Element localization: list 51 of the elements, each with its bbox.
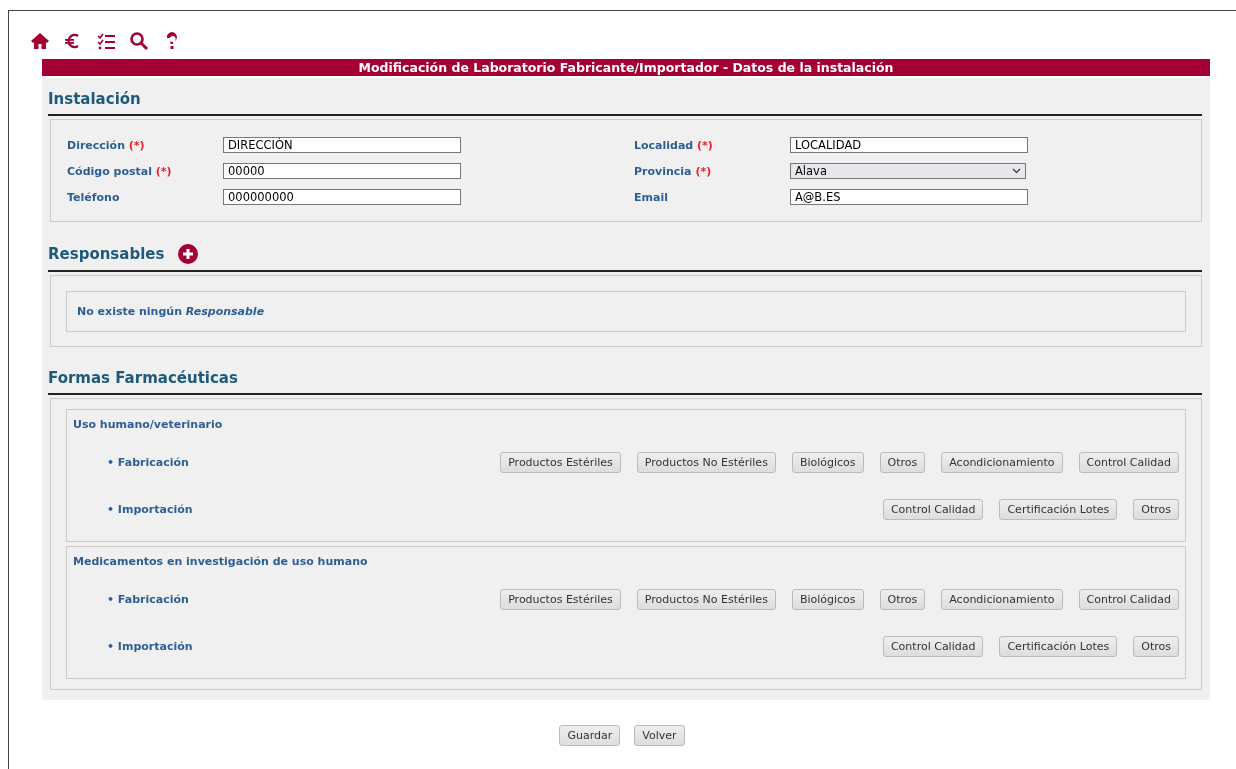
- input-field[interactable]: 00000: [223, 163, 461, 179]
- field-label: Código postal (*): [67, 164, 173, 178]
- option-button[interactable]: Biológicos: [791, 452, 864, 473]
- row-label: • Fabricación: [107, 456, 190, 469]
- toolbar-button[interactable]: [96, 31, 116, 51]
- option-button[interactable]: Otros: [879, 452, 926, 473]
- chevron-down-icon: [1012, 168, 1021, 174]
- page-title: Modificación de Laboratorio Fabricante/Importador - Datos de la instalación: [42, 59, 1210, 76]
- option-button[interactable]: Certificación Lotes: [999, 499, 1118, 520]
- option-button[interactable]: Control Calidad: [1078, 589, 1179, 610]
- section-heading: Instalación: [48, 90, 141, 108]
- row-label: • Importación: [107, 640, 194, 653]
- input-field[interactable]: DIRECCIÓN: [223, 137, 461, 153]
- toolbar-button[interactable]: [30, 31, 50, 51]
- group-title: Uso humano/veterinario: [73, 418, 224, 431]
- option-button[interactable]: Certificación Lotes: [999, 636, 1118, 657]
- option-button[interactable]: Productos No Estériles: [636, 589, 776, 610]
- field-label: Email: [634, 190, 669, 204]
- field-label: Provincia (*): [634, 164, 713, 178]
- search-icon: [129, 31, 149, 51]
- option-button[interactable]: Productos Estériles: [500, 589, 621, 610]
- option-button[interactable]: Productos No Estériles: [636, 452, 776, 473]
- option-button[interactable]: Control Calidad: [1078, 452, 1179, 473]
- field-label: Dirección (*): [67, 138, 146, 152]
- input-field[interactable]: LOCALIDAD: [790, 137, 1028, 153]
- row-label: • Fabricación: [107, 593, 190, 606]
- option-button[interactable]: Biológicos: [791, 589, 864, 610]
- checklist-icon: [96, 31, 116, 51]
- group-title: Medicamentos en investigación de uso humano: [73, 555, 369, 568]
- add-button[interactable]: [178, 244, 199, 264]
- option-button[interactable]: Acondicionamiento: [941, 452, 1063, 473]
- field-label: Teléfono: [67, 190, 121, 204]
- section-heading: Responsables: [48, 245, 165, 263]
- option-button[interactable]: Otros: [879, 589, 926, 610]
- field-label: Localidad (*): [634, 138, 714, 152]
- section-heading: Formas Farmacéuticas: [48, 369, 238, 387]
- option-button[interactable]: Otros: [1133, 636, 1179, 657]
- option-button[interactable]: Acondicionamiento: [941, 589, 1063, 610]
- input-field[interactable]: A@B.ES: [790, 189, 1028, 205]
- option-button[interactable]: Productos Estériles: [500, 452, 621, 473]
- option-button[interactable]: Otros: [1133, 499, 1179, 520]
- select-field[interactable]: Alava: [790, 163, 1026, 179]
- option-button[interactable]: Control Calidad: [882, 499, 984, 520]
- action-button[interactable]: Guardar: [559, 725, 621, 746]
- row-label: • Importación: [107, 503, 194, 516]
- toolbar-button[interactable]: [129, 31, 149, 51]
- action-button[interactable]: Volver: [634, 725, 685, 746]
- input-field[interactable]: 000000000: [223, 189, 461, 205]
- option-button[interactable]: Control Calidad: [882, 636, 984, 657]
- empty-message: No existe ningún Responsable: [66, 291, 1186, 332]
- home-icon: [30, 31, 50, 51]
